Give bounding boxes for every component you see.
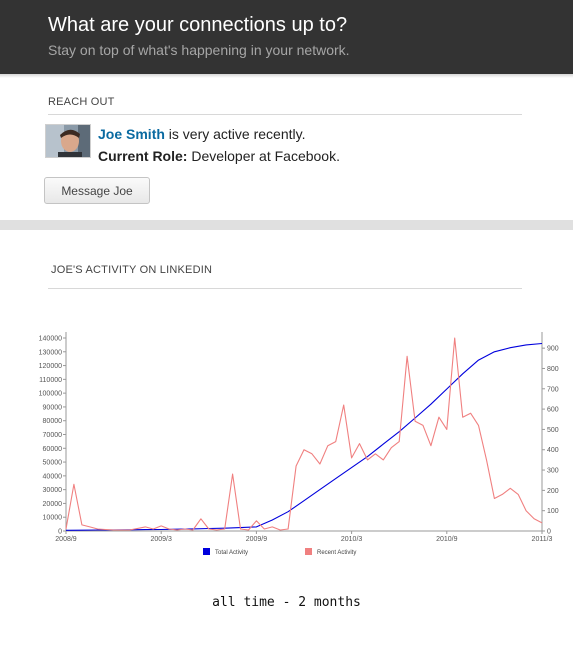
header-title: What are your connections up to?	[48, 14, 348, 36]
header-subtitle: Stay on top of what's happening in your …	[48, 42, 350, 58]
activity-text: is very active recently.	[164, 126, 306, 142]
left-tick-label: 130000	[39, 349, 62, 356]
right-tick-label: 800	[547, 366, 559, 373]
right-tick-label: 500	[547, 427, 559, 434]
reach-out-rule	[48, 114, 522, 115]
x-tick-label: 2010/3	[341, 536, 363, 543]
x-tick-label: 2009/9	[246, 536, 268, 543]
right-tick-label: 700	[547, 386, 559, 393]
reach-out-label: REACH OUT	[48, 96, 115, 108]
left-tick-label: 140000	[39, 336, 62, 343]
left-tick-label: 40000	[43, 473, 63, 480]
right-y-axis: 0 100 200 300 400 500 600 700 800 900	[542, 346, 559, 536]
chart-series	[65, 337, 543, 531]
x-tick-label: 2009/3	[150, 536, 172, 543]
left-tick-label: 30000	[43, 487, 63, 494]
person-name-link[interactable]: Joe Smith	[98, 126, 165, 142]
message-button[interactable]: Message Joe	[44, 177, 150, 204]
left-tick-label: 0	[58, 529, 62, 536]
left-tick-label: 90000	[43, 404, 63, 411]
right-tick-label: 100	[547, 508, 559, 515]
left-tick-label: 60000	[43, 446, 63, 453]
section-divider	[0, 220, 573, 230]
avatar[interactable]	[45, 124, 91, 158]
series-line-total-activity	[65, 342, 543, 531]
avatar-image	[46, 125, 90, 157]
right-tick-label: 0	[547, 529, 551, 536]
legend-label-total-activity: Total Activity	[215, 550, 248, 556]
right-tick-label: 400	[547, 447, 559, 454]
activity-chart: 0100002000030000400005000060000700008000…	[39, 332, 559, 556]
chart-legend: Total Activity Recent Activity	[203, 548, 356, 556]
x-tick-label: 2010/9	[436, 536, 458, 543]
x-axis: 2008/9 2009/3 2009/9 2010/3 2010/9 2011/3	[55, 531, 553, 543]
left-y-axis: 0 10000 20000 30000 40000 50000 60000 70000 8000…	[39, 336, 66, 536]
right-tick-label: 200	[547, 488, 559, 495]
left-tick-label: 70000	[43, 432, 63, 439]
timescale-label[interactable]: all time - 2 months	[0, 595, 573, 610]
activity-summary: Joe Smith is very active recently.	[98, 126, 305, 142]
x-tick-label: 2011/3	[532, 536, 553, 543]
left-tick-label: 50000	[43, 460, 63, 467]
legend-label-recent-activity: Recent Activity	[317, 550, 356, 556]
left-tick-label: 20000	[43, 501, 63, 508]
header-shadow	[0, 74, 573, 78]
left-tick-label: 80000	[43, 418, 63, 425]
left-tick-label: 100000	[39, 391, 62, 398]
current-role: Current Role: Developer at Facebook.	[98, 148, 340, 164]
activity-rule	[48, 288, 522, 289]
page-header: What are your connections up to? Stay on…	[0, 0, 573, 74]
left-tick-label: 110000	[39, 377, 62, 384]
left-tick-label: 10000	[43, 515, 63, 522]
x-tick-label: 2008/9	[55, 536, 77, 543]
right-tick-label: 600	[547, 407, 559, 414]
role-value: Developer at Facebook.	[187, 148, 340, 164]
role-label: Current Role:	[98, 148, 188, 164]
right-tick-label: 900	[547, 346, 559, 353]
activity-label: JOE'S ACTIVITY ON LINKEDIN	[51, 264, 213, 276]
legend-swatch-recent-activity	[305, 548, 312, 555]
legend-swatch-total-activity	[203, 548, 210, 555]
right-tick-label: 300	[547, 468, 559, 475]
left-tick-label: 120000	[39, 363, 62, 370]
